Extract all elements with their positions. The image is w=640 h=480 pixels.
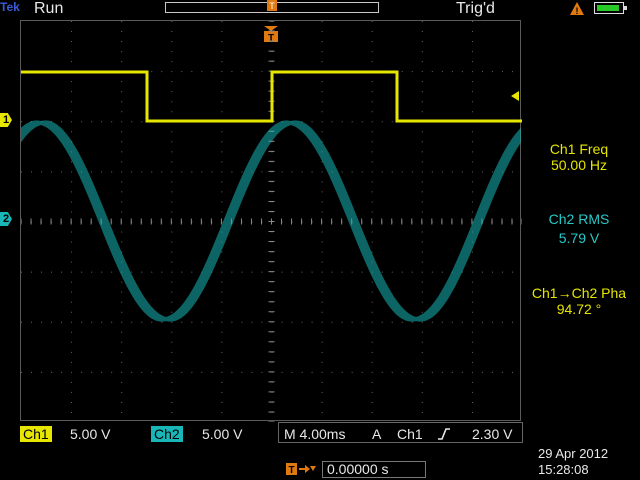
measurement-2-label: Ch2 RMS — [548, 211, 610, 227]
battery-icon — [594, 2, 627, 14]
ch1-scale-tag[interactable]: Ch1 — [20, 426, 52, 442]
horizontal-position-value[interactable]: 0.00000 s — [322, 461, 426, 478]
trigger-level: 2.30 V — [472, 426, 513, 442]
ch1-trace — [21, 70, 522, 123]
time-readout: 15:28:08 — [538, 462, 589, 477]
trigger-mode-letter: A — [372, 426, 382, 442]
trigger-slope-rising-icon — [438, 428, 450, 440]
horizontal-position-icon: T — [286, 463, 316, 476]
ch1-volts-per-div: 5.00 V — [70, 426, 111, 442]
trigger-position-icon: T — [267, 0, 277, 11]
warning-icon: ! — [570, 2, 584, 15]
measurement-1-value: 50.00 Hz — [550, 157, 608, 173]
measurement-1-label: Ch1 Freq — [549, 141, 609, 157]
ch2-volts-per-div: 5.00 V — [202, 426, 243, 442]
ch2-ground-marker[interactable]: 2 — [0, 212, 12, 226]
svg-text:T: T — [288, 465, 294, 476]
ch1-ground-marker[interactable]: 1 — [0, 113, 12, 127]
waveform-display[interactable] — [20, 20, 522, 422]
measurement-3-label: Ch1→Ch2 Pha — [531, 285, 627, 301]
brand-logo: Tek — [0, 0, 20, 14]
date-readout: 29 Apr 2012 — [538, 446, 609, 461]
svg-text:!: ! — [576, 6, 579, 15]
timebase: M 4.00ms — [284, 426, 346, 442]
ch2-scale-tag[interactable]: Ch2 — [151, 426, 183, 442]
trigger-status: Trig'd — [456, 0, 495, 17]
measurement-3-value: 94.72 ° — [556, 301, 602, 317]
svg-text:T: T — [269, 1, 275, 11]
trigger-source: Ch1 — [397, 426, 423, 442]
acquisition-state: Run — [34, 0, 64, 17]
measurement-2-value: 5.79 V — [558, 230, 600, 246]
